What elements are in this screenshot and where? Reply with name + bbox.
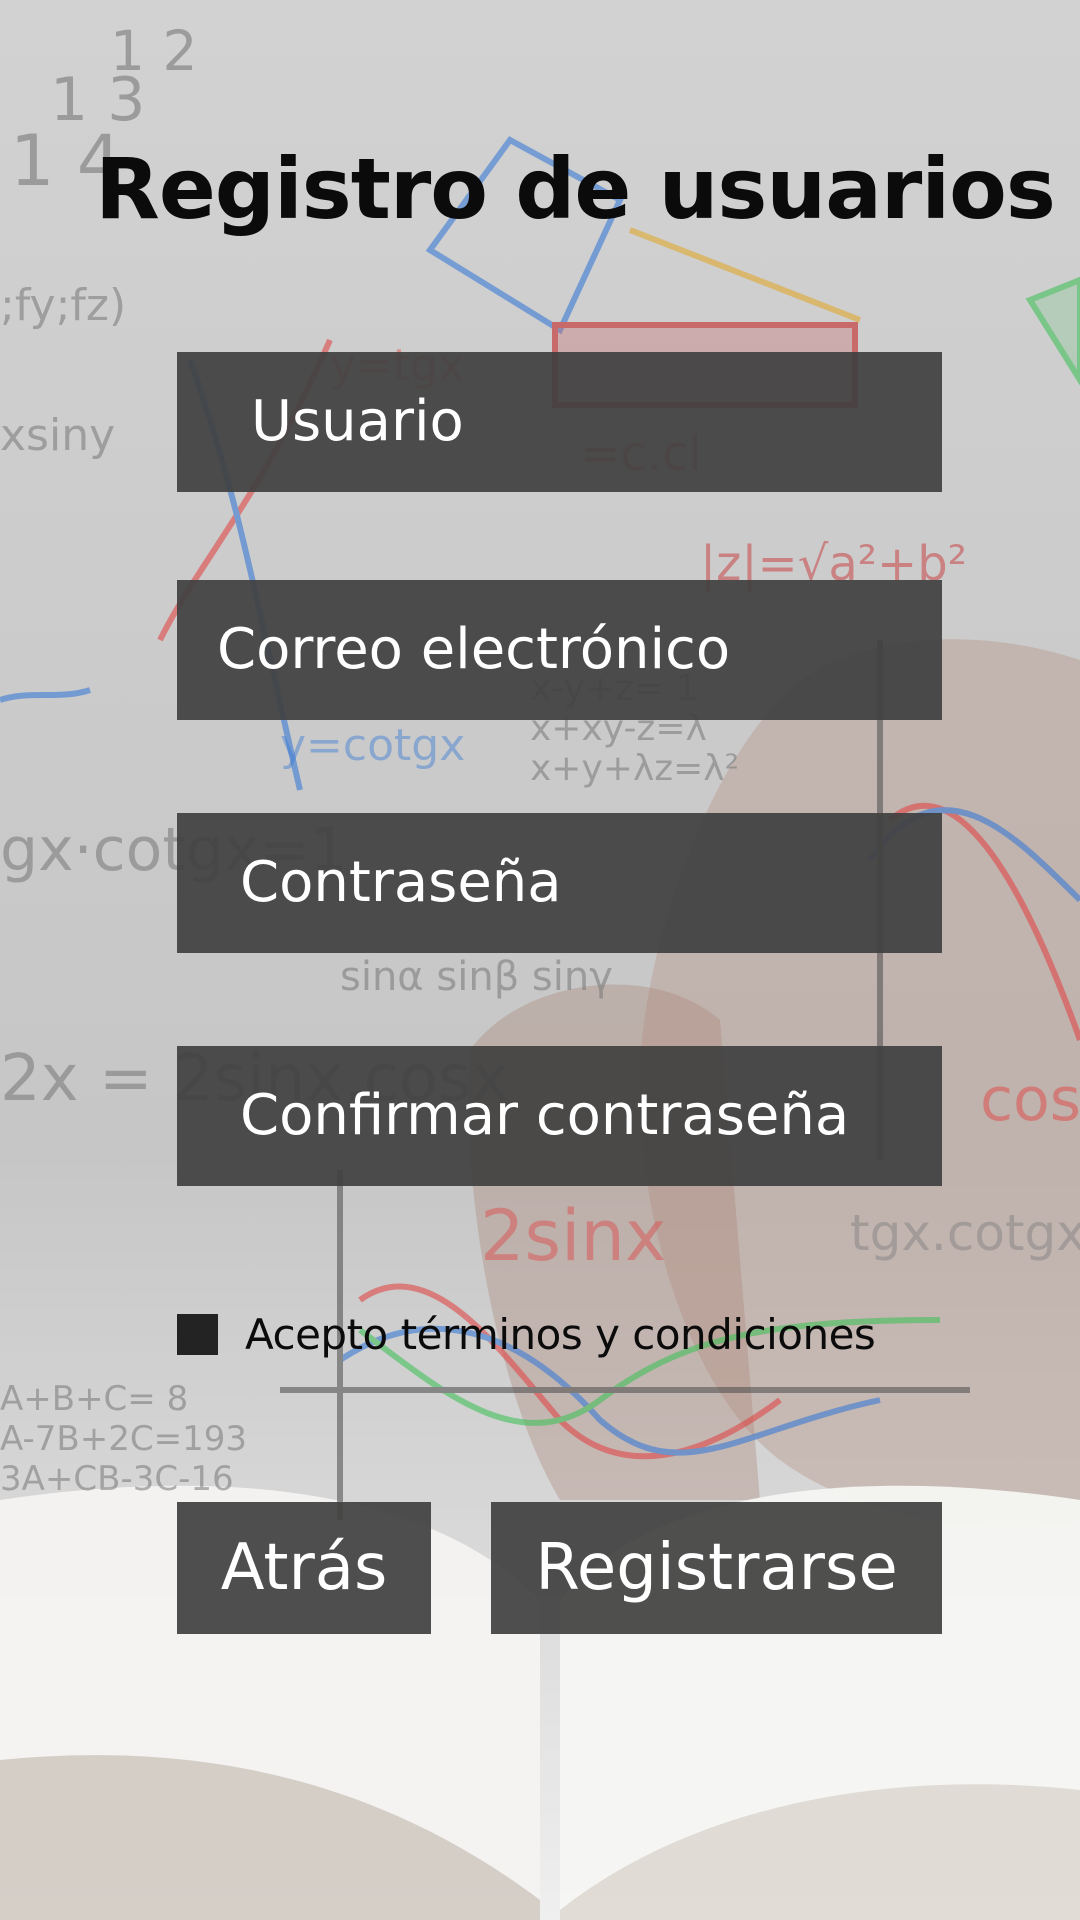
register-button[interactable]: Registrarse [491,1502,942,1634]
svg-text:;fy;fz): ;fy;fz) [0,280,126,331]
svg-text:A+B+C= 8: A+B+C= 8 [0,1379,188,1419]
password-input[interactable]: Contraseña [177,813,942,953]
confirm-password-placeholder: Confirmar contraseña [240,1083,850,1148]
svg-text:y=cotgx: y=cotgx [280,720,465,771]
svg-text:3A+CB-3C-16: 3A+CB-3C-16 [0,1459,234,1499]
svg-text:xsiny: xsiny [0,410,115,461]
terms-label: Acepto términos y condiciones [245,1309,876,1359]
back-button[interactable]: Atrás [177,1502,431,1634]
svg-text:1 2: 1 2 [110,19,197,83]
svg-text:A-7B+2C=193: A-7B+2C=193 [0,1419,247,1459]
svg-text:2sinx: 2sinx [480,1195,666,1277]
svg-text:sinα sinβ sinγ: sinα sinβ sinγ [340,954,613,1000]
username-placeholder: Usuario [251,389,464,454]
svg-text:cos: cos [980,1065,1080,1135]
svg-text:x+y+λz=λ²: x+y+λz=λ² [530,748,739,789]
terms-checkbox-row[interactable]: Acepto términos y condiciones [177,1310,876,1359]
email-input[interactable]: Correo electrónico [177,580,942,720]
email-placeholder: Correo electrónico [217,617,731,682]
terms-checkbox[interactable] [177,1313,218,1355]
svg-text:tgx.cotgx: tgx.cotgx [850,1204,1080,1262]
confirm-password-input[interactable]: Confirmar contraseña [177,1046,942,1186]
password-placeholder: Contraseña [240,850,562,915]
page-title: Registro de usuarios [95,140,1056,238]
username-input[interactable]: Usuario [177,352,942,492]
